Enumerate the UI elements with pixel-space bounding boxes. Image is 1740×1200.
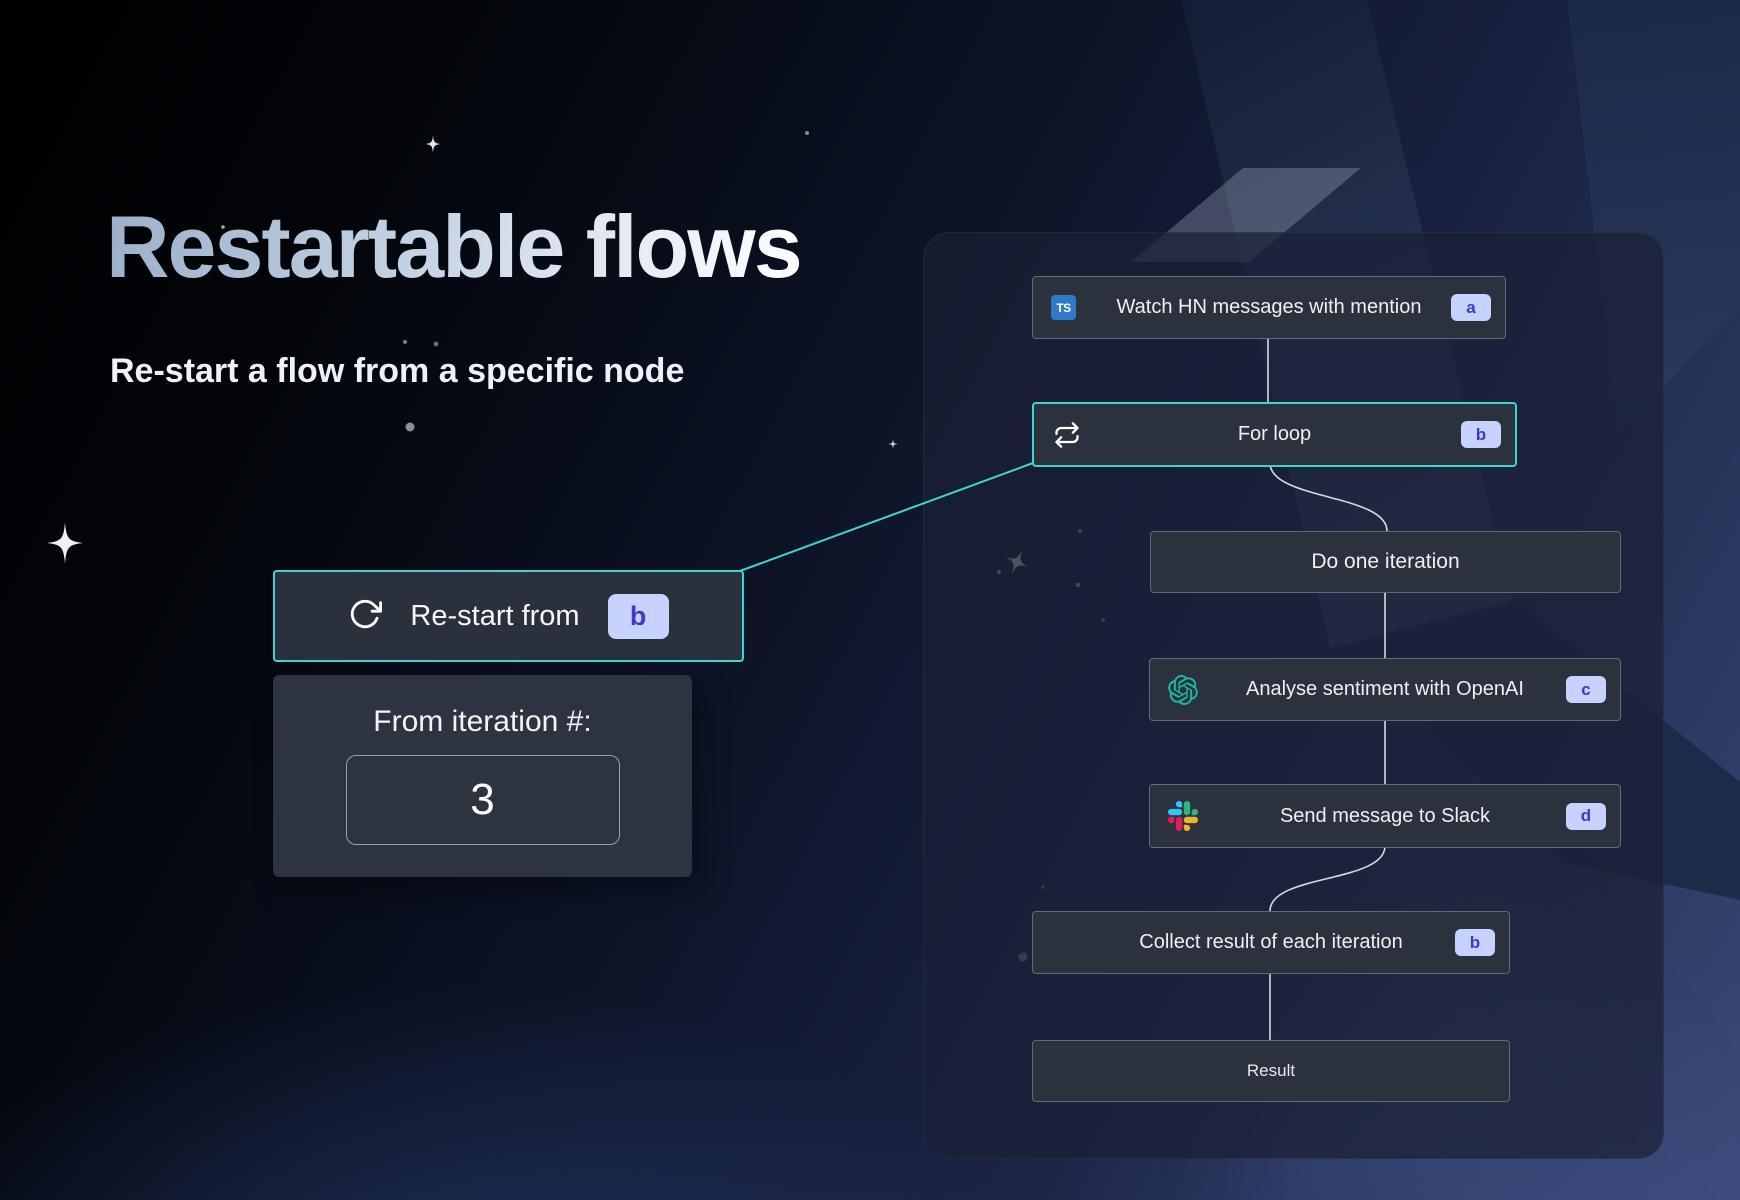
node-label: Watch HN messages with mention [1117, 296, 1422, 319]
flow-node-slack[interactable]: Send message to Slack d [1149, 784, 1621, 848]
node-label: For loop [1238, 423, 1311, 446]
node-badge: b [1461, 421, 1501, 448]
restart-badge: b [608, 594, 669, 639]
typescript-icon: TS [1051, 295, 1076, 320]
slack-icon [1168, 801, 1198, 831]
flow-node-watch-hn[interactable]: TS Watch HN messages with mention a [1032, 276, 1506, 339]
node-badge: c [1566, 676, 1606, 703]
restart-connection-line [740, 463, 1033, 571]
node-badge: d [1566, 803, 1606, 830]
loop-icon [1052, 421, 1082, 449]
iteration-number-input[interactable] [346, 755, 620, 845]
flow-node-openai[interactable]: Analyse sentiment with OpenAI c [1149, 658, 1621, 721]
iteration-label: From iteration #: [373, 705, 591, 739]
node-badge: b [1455, 929, 1495, 956]
flow-node-collect-result[interactable]: Collect result of each iteration b [1032, 911, 1510, 974]
restart-icon [348, 597, 382, 636]
iteration-panel: From iteration #: [273, 675, 692, 877]
node-label: Send message to Slack [1280, 805, 1490, 828]
flow-node-result[interactable]: Result [1032, 1040, 1510, 1102]
page: Restartable flows Re-start a flow from a… [0, 0, 1740, 1200]
openai-icon [1168, 675, 1198, 705]
restart-from-button[interactable]: Re-start from b [273, 570, 744, 662]
flow-node-do-one-iteration[interactable]: Do one iteration [1150, 531, 1621, 593]
flow-node-for-loop[interactable]: For loop b [1032, 402, 1517, 467]
restart-label: Re-start from [410, 600, 579, 633]
node-label: Result [1247, 1061, 1295, 1081]
node-label: Do one iteration [1311, 550, 1459, 574]
node-label: Collect result of each iteration [1139, 931, 1402, 954]
flow-connectors [0, 0, 1740, 1200]
node-label: Analyse sentiment with OpenAI [1246, 678, 1524, 701]
node-badge: a [1451, 294, 1491, 321]
